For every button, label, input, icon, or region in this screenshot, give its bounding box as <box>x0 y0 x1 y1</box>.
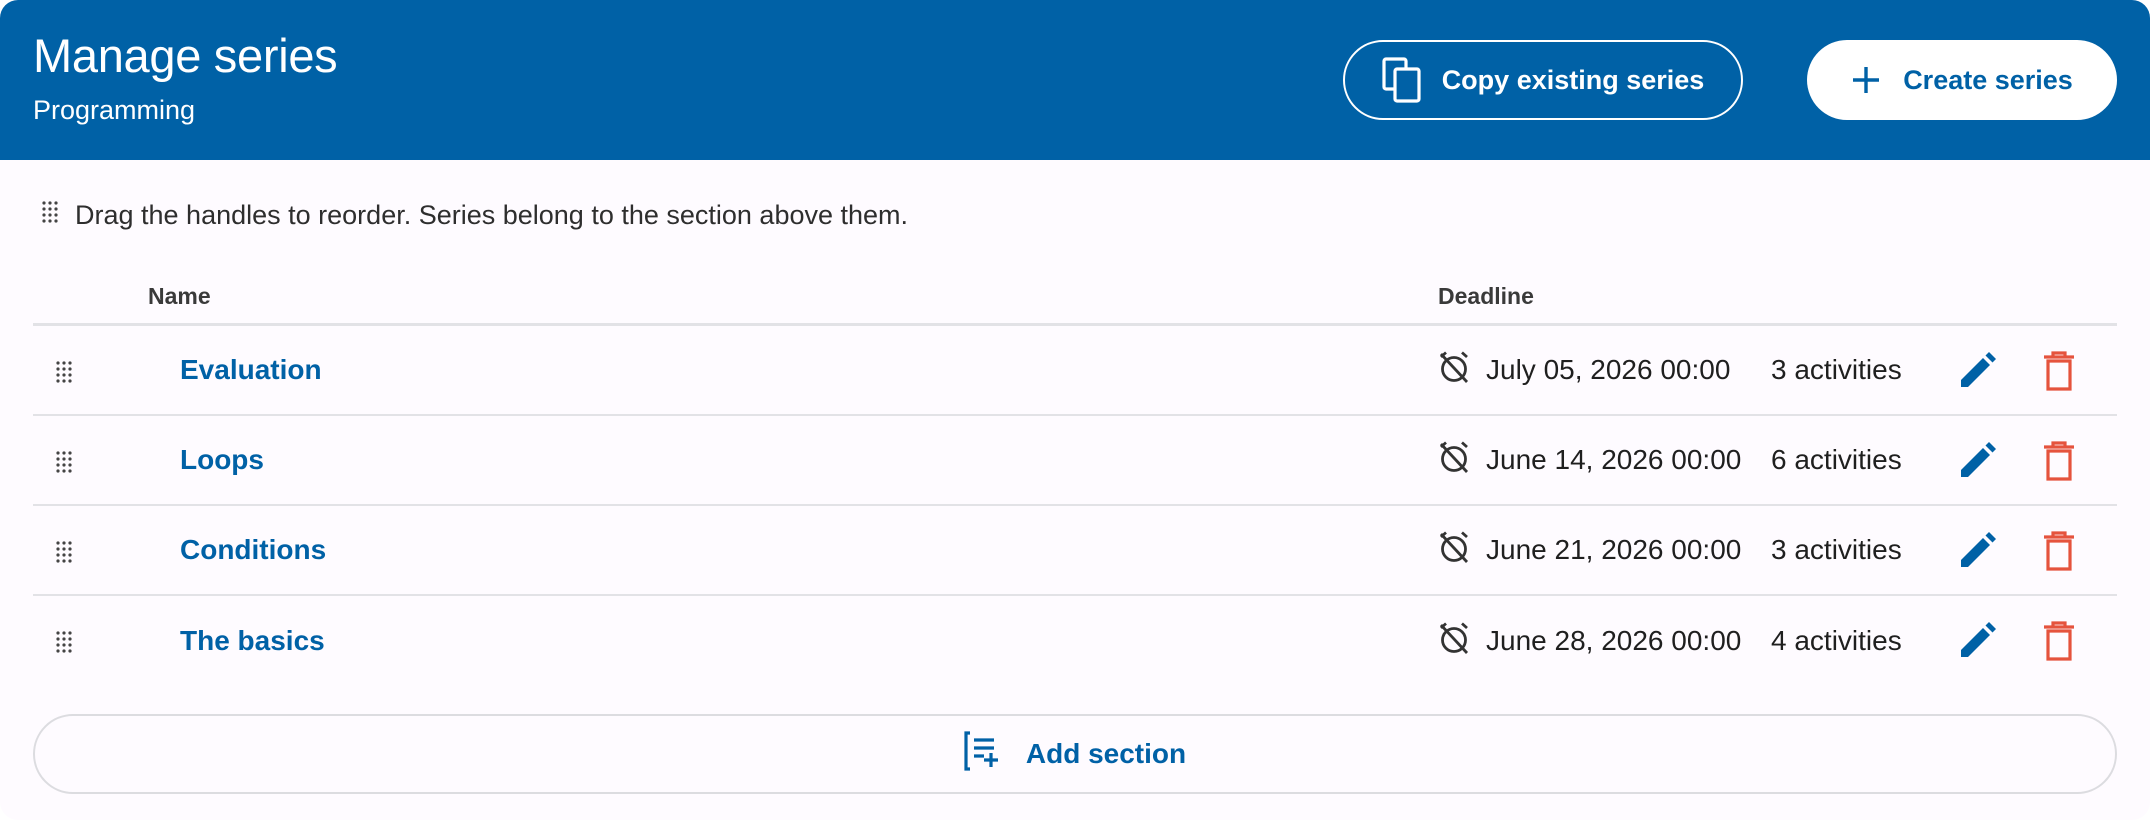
deadline: June 14, 2026 00:00 <box>1438 440 1741 481</box>
trash-icon[interactable] <box>2043 531 2075 576</box>
deadline-text: July 05, 2026 00:00 <box>1486 354 1731 385</box>
series-name-link[interactable]: Evaluation <box>180 354 322 386</box>
header: Manage series Programming Copy existing … <box>0 0 2150 160</box>
alarm-off-icon <box>1438 440 1470 481</box>
pencil-icon[interactable] <box>1957 441 1997 486</box>
pencil-icon[interactable] <box>1957 351 1997 396</box>
copy-existing-series-button[interactable]: Copy existing series <box>1343 40 1743 120</box>
series-table: Name Deadline Evaluation July 05, 2026 0… <box>33 270 2117 686</box>
table-row: Loops June 14, 2026 00:00 6 activities <box>33 416 2117 506</box>
activity-count: 4 activities <box>1771 625 1902 656</box>
alarm-off-icon <box>1438 530 1470 571</box>
reorder-hint: Drag the handles to reorder. Series belo… <box>33 160 2117 270</box>
series-name-link[interactable]: Loops <box>180 444 264 476</box>
create-series-label: Create series <box>1903 64 2073 95</box>
table-row: Evaluation July 05, 2026 00:00 3 activit… <box>33 326 2117 416</box>
table-header: Name Deadline <box>33 270 2117 326</box>
course-subtitle: Programming <box>33 95 196 126</box>
header-actions: Copy existing series Create series <box>1343 40 2117 120</box>
header-titles: Manage series Programming <box>33 29 338 127</box>
drag-handle-icon[interactable] <box>55 630 73 659</box>
create-series-button[interactable]: Create series <box>1807 40 2117 120</box>
table-row: Conditions June 21, 2026 00:00 3 activit… <box>33 506 2117 596</box>
page-title: Manage series <box>33 28 338 82</box>
table-body: Evaluation July 05, 2026 00:00 3 activit… <box>33 326 2117 686</box>
drag-handle-icon[interactable] <box>55 360 73 389</box>
pencil-icon[interactable] <box>1957 621 1997 666</box>
column-header-name: Name <box>148 283 211 309</box>
drag-handle-icon[interactable] <box>55 450 73 479</box>
copy-icon <box>1382 57 1422 103</box>
manage-series-card: Manage series Programming Copy existing … <box>0 0 2150 820</box>
add-section-button[interactable]: Add section <box>33 714 2117 794</box>
trash-icon[interactable] <box>2043 441 2075 486</box>
trash-icon[interactable] <box>2043 621 2075 666</box>
series-name-link[interactable]: Conditions <box>180 534 326 566</box>
deadline: June 21, 2026 00:00 <box>1438 530 1741 571</box>
drag-handle-icon <box>41 200 59 231</box>
activity-count: 3 activities <box>1771 354 1902 385</box>
deadline: July 05, 2026 00:00 <box>1438 350 1730 391</box>
drag-handle-icon[interactable] <box>55 540 73 569</box>
trash-icon[interactable] <box>2043 351 2075 396</box>
content: Drag the handles to reorder. Series belo… <box>0 160 2150 794</box>
add-section-label: Add section <box>1025 738 1187 769</box>
column-header-deadline: Deadline <box>1438 283 1534 309</box>
playlist-add-icon <box>964 730 1006 778</box>
table-row: The basics June 28, 2026 00:00 4 activit… <box>33 596 2117 686</box>
copy-existing-series-label: Copy existing series <box>1441 64 1705 95</box>
deadline: June 28, 2026 00:00 <box>1438 621 1741 662</box>
alarm-off-icon <box>1438 621 1470 662</box>
activity-count: 6 activities <box>1771 444 1902 475</box>
activity-count: 3 activities <box>1771 534 1902 565</box>
reorder-hint-text: Drag the handles to reorder. Series belo… <box>75 199 909 230</box>
pencil-icon[interactable] <box>1957 531 1997 576</box>
deadline-text: June 28, 2026 00:00 <box>1486 625 1742 656</box>
deadline-text: June 21, 2026 00:00 <box>1486 534 1742 565</box>
series-name-link[interactable]: The basics <box>180 625 325 657</box>
deadline-text: June 14, 2026 00:00 <box>1486 444 1742 475</box>
alarm-off-icon <box>1438 350 1470 391</box>
plus-icon <box>1851 65 1881 95</box>
